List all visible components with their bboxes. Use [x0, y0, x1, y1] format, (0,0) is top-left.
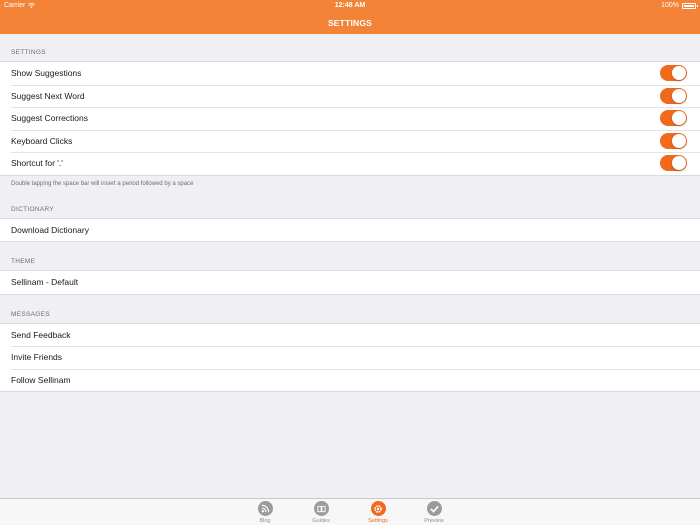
theme-group: Sellinam - Default [0, 270, 700, 295]
invite-friends-row[interactable]: Invite Friends [0, 346, 700, 369]
row-suggest-next-word: Suggest Next Word [0, 84, 700, 108]
row-label: Show Suggestions [11, 68, 82, 79]
messages-group: Send Feedback Invite Friends Follow Sell… [0, 322, 700, 392]
navigation-bar: SETTINGS [0, 11, 700, 34]
row-label: Download Dictionary [11, 224, 89, 235]
settings-group: Show Suggestions Suggest Next Word Sugge… [0, 61, 700, 176]
row-label: Follow Sellinam [11, 374, 71, 385]
book-icon [313, 501, 329, 516]
battery-percent: 100% [661, 2, 679, 9]
section-header-theme: THEME [11, 258, 36, 265]
rss-icon [257, 501, 273, 516]
battery-icon [682, 2, 698, 9]
suggest-next-word-toggle[interactable] [660, 87, 687, 104]
section-header-messages: MESSAGES [11, 310, 50, 318]
row-shortcut-period: Shortcut for '.' [0, 152, 700, 175]
row-label: Keyboard Clicks [11, 135, 73, 146]
tab-label: Settings [368, 518, 388, 524]
row-label: Send Feedback [11, 329, 71, 340]
checkmark-icon [426, 501, 442, 516]
tab-blog[interactable]: Blog [245, 501, 285, 524]
row-label: Suggest Corrections [11, 113, 89, 124]
tab-label: Preview [424, 518, 444, 524]
tab-label: Blog [259, 518, 271, 524]
send-feedback-row[interactable]: Send Feedback [0, 324, 700, 347]
suggest-corrections-toggle[interactable] [660, 110, 687, 127]
tab-guides[interactable]: Guides [301, 501, 341, 524]
row-label: Sellinam - Default [11, 277, 79, 288]
page-title: SETTINGS [327, 17, 373, 28]
tab-settings[interactable]: Settings [358, 501, 398, 524]
download-dictionary-row[interactable]: Download Dictionary [0, 219, 700, 242]
tab-label: Guides [312, 518, 330, 524]
show-suggestions-toggle[interactable] [660, 65, 687, 82]
row-show-suggestions: Show Suggestions [0, 62, 700, 85]
tab-preview[interactable]: Preview [414, 501, 454, 524]
section-footer-note: Double tapping the space bar will insert… [11, 180, 194, 187]
row-keyboard-clicks: Keyboard Clicks [0, 129, 700, 153]
battery-indicator: 100% [661, 2, 698, 9]
clock: 12:48 AM [334, 2, 366, 9]
section-header-dictionary: DICTIONARY [11, 205, 54, 213]
row-label: Shortcut for '.' [11, 158, 63, 169]
row-label: Suggest Next Word [11, 90, 85, 101]
theme-row[interactable]: Sellinam - Default [0, 271, 700, 294]
section-header-settings: SETTINGS [11, 49, 46, 56]
tab-bar: Blog Guides Settings Preview [0, 498, 700, 525]
status-bar: Carrier 12:48 AM 100% [0, 0, 700, 11]
follow-sellinam-row[interactable]: Follow Sellinam [0, 368, 700, 392]
keyboard-clicks-toggle[interactable] [660, 132, 687, 149]
shortcut-period-toggle[interactable] [660, 155, 687, 172]
row-label: Invite Friends [11, 352, 63, 363]
settings-list[interactable]: SETTINGS Show Suggestions Suggest Next W… [0, 34, 700, 498]
row-suggest-corrections: Suggest Corrections [0, 107, 700, 130]
gear-icon [370, 501, 386, 516]
dictionary-group: Download Dictionary [0, 217, 700, 242]
